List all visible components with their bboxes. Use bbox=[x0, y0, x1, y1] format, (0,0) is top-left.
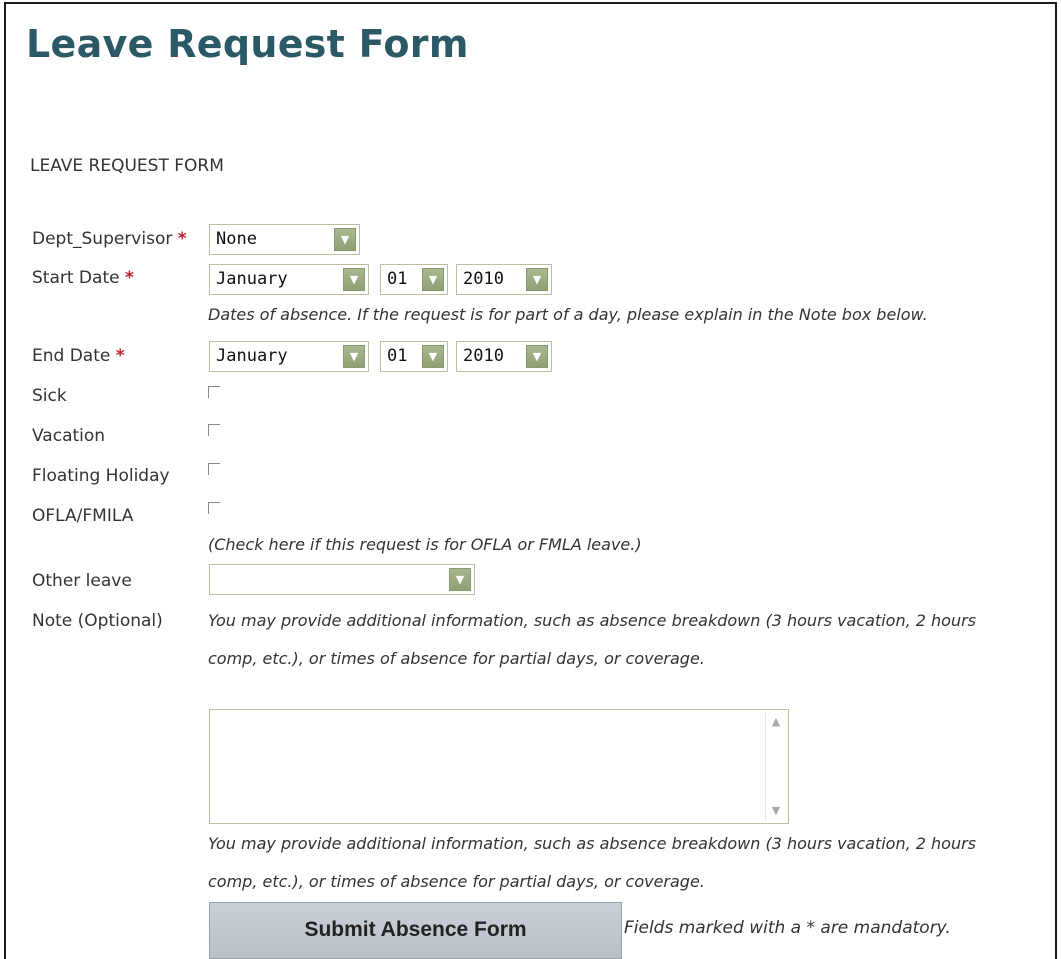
chevron-down-icon[interactable]: ▼ bbox=[526, 345, 548, 368]
note-hint-line1: You may provide additional information, … bbox=[208, 611, 977, 630]
note-footer-line1: You may provide additional information, … bbox=[208, 834, 977, 853]
dept-supervisor-value: None bbox=[216, 229, 257, 249]
ofla-fmla-checkbox[interactable] bbox=[208, 502, 220, 514]
page-title: Leave Request Form bbox=[26, 22, 469, 66]
required-marker: * bbox=[177, 229, 187, 249]
start-month-select[interactable]: January ▼ bbox=[209, 264, 369, 295]
start-date-label-text: Start Date bbox=[32, 268, 120, 288]
chevron-down-icon[interactable]: ▼ bbox=[343, 345, 365, 368]
floating-holiday-label: Floating Holiday bbox=[32, 466, 170, 486]
vacation-label: Vacation bbox=[32, 426, 106, 446]
chevron-down-icon[interactable]: ▼ bbox=[526, 268, 548, 291]
end-month-value: January bbox=[216, 346, 288, 366]
chevron-down-icon[interactable]: ▼ bbox=[422, 345, 444, 368]
start-year-value: 2010 bbox=[463, 269, 504, 289]
start-day-select[interactable]: 01 ▼ bbox=[380, 264, 448, 295]
end-date-label-text: End Date bbox=[32, 346, 111, 366]
start-year-select[interactable]: 2010 ▼ bbox=[456, 264, 552, 295]
ofla-fmla-hint: (Check here if this request is for OFLA … bbox=[208, 535, 642, 554]
end-year-select[interactable]: 2010 ▼ bbox=[456, 341, 552, 372]
end-year-value: 2010 bbox=[463, 346, 504, 366]
end-month-select[interactable]: January ▼ bbox=[209, 341, 369, 372]
chevron-down-icon[interactable]: ▼ bbox=[334, 228, 356, 251]
dept-supervisor-select[interactable]: None ▼ bbox=[209, 224, 360, 255]
chevron-down-icon[interactable]: ▼ bbox=[422, 268, 444, 291]
start-day-value: 01 bbox=[387, 269, 408, 289]
sick-checkbox[interactable] bbox=[208, 386, 220, 398]
section-heading: LEAVE REQUEST FORM bbox=[30, 156, 224, 176]
required-marker: * bbox=[124, 268, 134, 288]
required-marker: * bbox=[115, 346, 125, 366]
other-leave-label: Other leave bbox=[32, 571, 132, 591]
vacation-checkbox[interactable] bbox=[208, 424, 220, 436]
end-date-label: End Date * bbox=[32, 346, 125, 366]
chevron-down-icon[interactable]: ▼ bbox=[449, 568, 471, 591]
dept-supervisor-label: Dept_Supervisor * bbox=[32, 229, 187, 249]
end-day-select[interactable]: 01 ▼ bbox=[380, 341, 448, 372]
scroll-down-icon[interactable]: ▼ bbox=[766, 801, 786, 821]
chevron-down-icon[interactable]: ▼ bbox=[343, 268, 365, 291]
sick-label: Sick bbox=[32, 386, 67, 406]
note-textarea[interactable]: ▲ ▼ bbox=[209, 709, 789, 824]
floating-holiday-checkbox[interactable] bbox=[208, 463, 220, 475]
note-hint-line2: comp, etc.), or times of absence for par… bbox=[208, 649, 705, 668]
scroll-up-icon[interactable]: ▲ bbox=[766, 712, 786, 732]
end-day-value: 01 bbox=[387, 346, 408, 366]
start-month-value: January bbox=[216, 269, 288, 289]
mandatory-fields-note: Fields marked with a * are mandatory. bbox=[624, 918, 951, 938]
start-date-label: Start Date * bbox=[32, 268, 134, 288]
other-leave-select[interactable]: ▼ bbox=[209, 564, 475, 595]
dept-supervisor-label-text: Dept_Supervisor bbox=[32, 229, 173, 249]
dates-hint: Dates of absence. If the request is for … bbox=[208, 305, 928, 324]
submit-absence-button[interactable]: Submit Absence Form bbox=[209, 902, 622, 959]
ofla-fmla-label: OFLA/FMILA bbox=[32, 506, 134, 526]
note-scrollbar[interactable]: ▲ ▼ bbox=[765, 712, 786, 821]
note-footer-line2: comp, etc.), or times of absence for par… bbox=[208, 872, 705, 891]
note-label: Note (Optional) bbox=[32, 611, 163, 631]
